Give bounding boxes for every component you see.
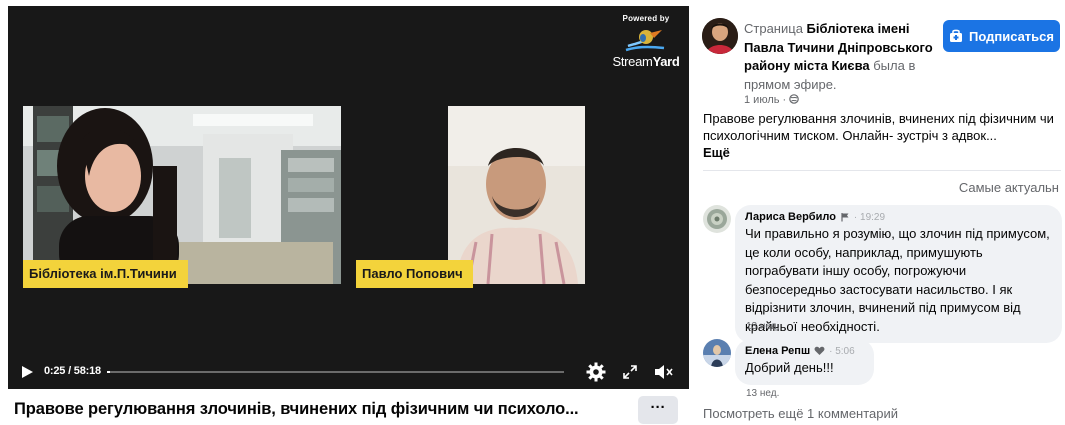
video-player[interactable]: Powered by StreamYard Бібліотека ім.П.Ти… xyxy=(8,6,689,389)
comment-avatar[interactable] xyxy=(703,339,731,367)
post-text: Правове регулювання злочинів, вчинених п… xyxy=(703,111,1054,143)
comment-header: Елена Репш · 5:06 xyxy=(745,345,864,357)
subscribe-icon xyxy=(949,29,962,42)
volume-muted-icon[interactable] xyxy=(654,363,674,381)
divider xyxy=(703,170,1061,171)
comment-bubble: Лариса Вербило · 19:29 Чи правильно я ро… xyxy=(735,205,1062,343)
comment-header: Лариса Вербило · 19:29 xyxy=(745,211,1052,223)
post-header: Страница Бібліотека імені Павла Тичини Д… xyxy=(744,20,934,94)
fullscreen-icon[interactable] xyxy=(622,364,638,380)
comment-avatar[interactable] xyxy=(703,205,731,233)
comment-author[interactable]: Елена Репш xyxy=(745,345,810,357)
seek-progress xyxy=(107,371,111,373)
globe-icon xyxy=(789,94,800,104)
participant-name-tag: Павло Попович xyxy=(356,260,473,288)
comment-sort-dropdown[interactable]: Самые актуальн xyxy=(959,180,1059,195)
seek-bar[interactable] xyxy=(107,371,564,373)
participant-video-man xyxy=(448,106,585,284)
more-options-button[interactable]: ··· xyxy=(638,396,678,424)
flag-icon xyxy=(841,213,849,222)
powered-by-label: Powered by xyxy=(622,14,670,23)
play-icon[interactable] xyxy=(20,365,34,379)
participant-name-tag: Бібліотека ім.П.Тичини xyxy=(23,260,188,288)
streamyard-logo-icon xyxy=(625,30,665,52)
see-more-link[interactable]: Ещё xyxy=(703,145,730,160)
comment-text: Добрий день!!! xyxy=(745,360,834,375)
settings-gear-icon[interactable] xyxy=(586,362,606,382)
participant-video-library xyxy=(23,106,341,284)
post-header-prefix: Страница xyxy=(744,21,807,36)
heart-icon xyxy=(814,346,825,355)
comment-author[interactable]: Лариса Вербило xyxy=(745,211,836,223)
subscribe-label: Подписаться xyxy=(968,28,1054,44)
comment-time: · 19:29 xyxy=(853,211,886,223)
post-date[interactable]: 1 июль · xyxy=(744,94,800,106)
comment-text: Чи правильно я розумію, що злочин під пр… xyxy=(745,226,1050,334)
subscribe-button[interactable]: Подписаться xyxy=(943,20,1060,52)
page-avatar[interactable] xyxy=(702,18,738,54)
video-controls: 0:25 / 58:18 xyxy=(8,358,689,386)
streamyard-wordmark: StreamYard xyxy=(612,54,680,69)
view-more-comments-link[interactable]: Посмотреть ещё 1 комментарий xyxy=(703,406,898,421)
comment-age[interactable]: 13 нед. xyxy=(746,388,779,399)
comment-age[interactable]: 13 нед. xyxy=(746,321,779,332)
comment-bubble: Елена Репш · 5:06 Добрий день!!! xyxy=(735,339,874,385)
comment-time: · 5:06 xyxy=(829,345,855,357)
playback-time: 0:25 / 58:18 xyxy=(44,365,101,377)
streamyard-branding: Powered by StreamYard xyxy=(606,14,686,69)
video-title: Правове регулювання злочинів, вчинених п… xyxy=(14,400,579,418)
